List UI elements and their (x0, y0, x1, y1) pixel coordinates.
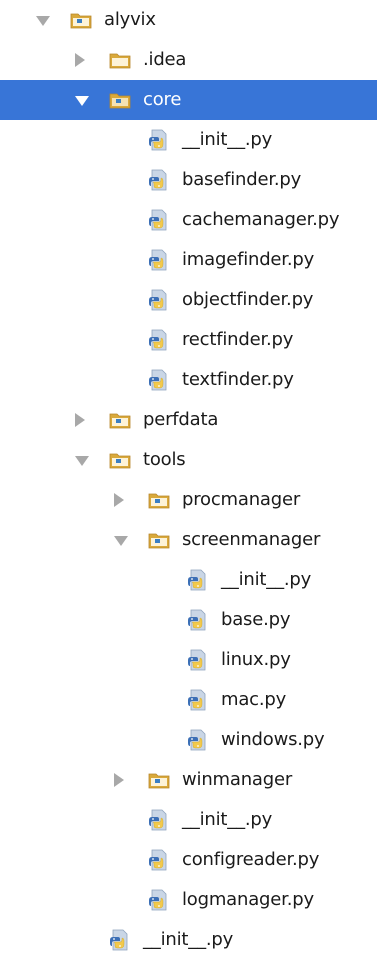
triangle-down-icon[interactable] (75, 456, 89, 466)
tree-item-label: __init__.py (221, 569, 312, 590)
triangle-down-icon[interactable] (36, 16, 50, 26)
python-file-icon (148, 289, 170, 311)
tree-item-label: imagefinder.py (182, 249, 315, 270)
tree-item-perfdata[interactable]: perfdata (0, 400, 377, 440)
tree-item-logmanager-py[interactable]: logmanager.py (0, 880, 377, 920)
tree-item-label: base.py (221, 609, 291, 630)
tree-item-label: rectfinder.py (182, 329, 294, 350)
tree-item-label: core (143, 89, 182, 110)
python-file-icon (148, 889, 170, 911)
tree-item-winmanager[interactable]: winmanager (0, 760, 377, 800)
python-file-icon (148, 169, 170, 191)
tree-item-base-py[interactable]: base.py (0, 600, 377, 640)
tree-item-cachemanager-py[interactable]: cachemanager.py (0, 200, 377, 240)
tree-item-windows-py[interactable]: windows.py (0, 720, 377, 760)
python-file-icon (148, 329, 170, 351)
python-file-icon (148, 809, 170, 831)
tree-item-label: logmanager.py (182, 889, 314, 910)
tree-item-core[interactable]: core (0, 80, 377, 120)
tree-item-label: basefinder.py (182, 169, 302, 190)
folder-icon (109, 89, 131, 111)
folder-icon (148, 489, 170, 511)
python-file-icon (148, 129, 170, 151)
tree-item-label: windows.py (221, 729, 325, 750)
tree-item-label: tools (143, 449, 186, 470)
tree-item-alyvix[interactable]: alyvix (0, 0, 377, 40)
tree-item-label: objectfinder.py (182, 289, 314, 310)
tree-item-label: __init__.py (143, 929, 234, 950)
tree-item-label: __init__.py (182, 129, 273, 150)
python-file-icon (187, 729, 209, 751)
tree-item-linux-py[interactable]: linux.py (0, 640, 377, 680)
tree-item-label: screenmanager (182, 529, 321, 550)
tree-item-procmanager[interactable]: procmanager (0, 480, 377, 520)
triangle-right-icon[interactable] (114, 493, 124, 507)
triangle-down-icon[interactable] (75, 96, 89, 106)
folder-icon (109, 409, 131, 431)
python-file-icon (187, 569, 209, 591)
tree-item-label: cachemanager.py (182, 209, 340, 230)
folder-icon (109, 49, 131, 71)
triangle-down-icon[interactable] (114, 536, 128, 546)
tree-item-imagefinder-py[interactable]: imagefinder.py (0, 240, 377, 280)
triangle-right-icon[interactable] (75, 413, 85, 427)
tree-item-init-py[interactable]: __init__.py (0, 560, 377, 600)
tree-item-tools[interactable]: tools (0, 440, 377, 480)
python-file-icon (187, 689, 209, 711)
tree-item-basefinder-py[interactable]: basefinder.py (0, 160, 377, 200)
python-file-icon (148, 209, 170, 231)
tree-item-label: mac.py (221, 689, 287, 710)
tree-item-init-py[interactable]: __init__.py (0, 920, 377, 960)
tree-item-label: .idea (143, 49, 187, 70)
tree-item-idea[interactable]: .idea (0, 40, 377, 80)
tree-item-label: textfinder.py (182, 369, 294, 390)
triangle-right-icon[interactable] (75, 53, 85, 67)
tree-item-label: winmanager (182, 769, 293, 790)
tree-item-init-py[interactable]: __init__.py (0, 800, 377, 840)
folder-icon (148, 529, 170, 551)
tree-item-label: perfdata (143, 409, 219, 430)
tree-item-mac-py[interactable]: mac.py (0, 680, 377, 720)
python-file-icon (148, 849, 170, 871)
tree-item-label: configreader.py (182, 849, 320, 870)
tree-item-textfinder-py[interactable]: textfinder.py (0, 360, 377, 400)
tree-item-label: __init__.py (182, 809, 273, 830)
python-file-icon (148, 249, 170, 271)
triangle-right-icon[interactable] (114, 773, 124, 787)
tree-item-screenmanager[interactable]: screenmanager (0, 520, 377, 560)
tree-item-label: alyvix (104, 9, 156, 30)
tree-item-configreader-py[interactable]: configreader.py (0, 840, 377, 880)
python-file-icon (148, 369, 170, 391)
folder-icon (70, 9, 92, 31)
folder-icon (109, 449, 131, 471)
python-file-icon (187, 609, 209, 631)
tree-item-rectfinder-py[interactable]: rectfinder.py (0, 320, 377, 360)
tree-item-label: procmanager (182, 489, 301, 510)
folder-icon (148, 769, 170, 791)
python-file-icon (187, 649, 209, 671)
tree-item-objectfinder-py[interactable]: objectfinder.py (0, 280, 377, 320)
python-file-icon (109, 929, 131, 951)
tree-item-label: linux.py (221, 649, 291, 670)
tree-item-init-py[interactable]: __init__.py (0, 120, 377, 160)
